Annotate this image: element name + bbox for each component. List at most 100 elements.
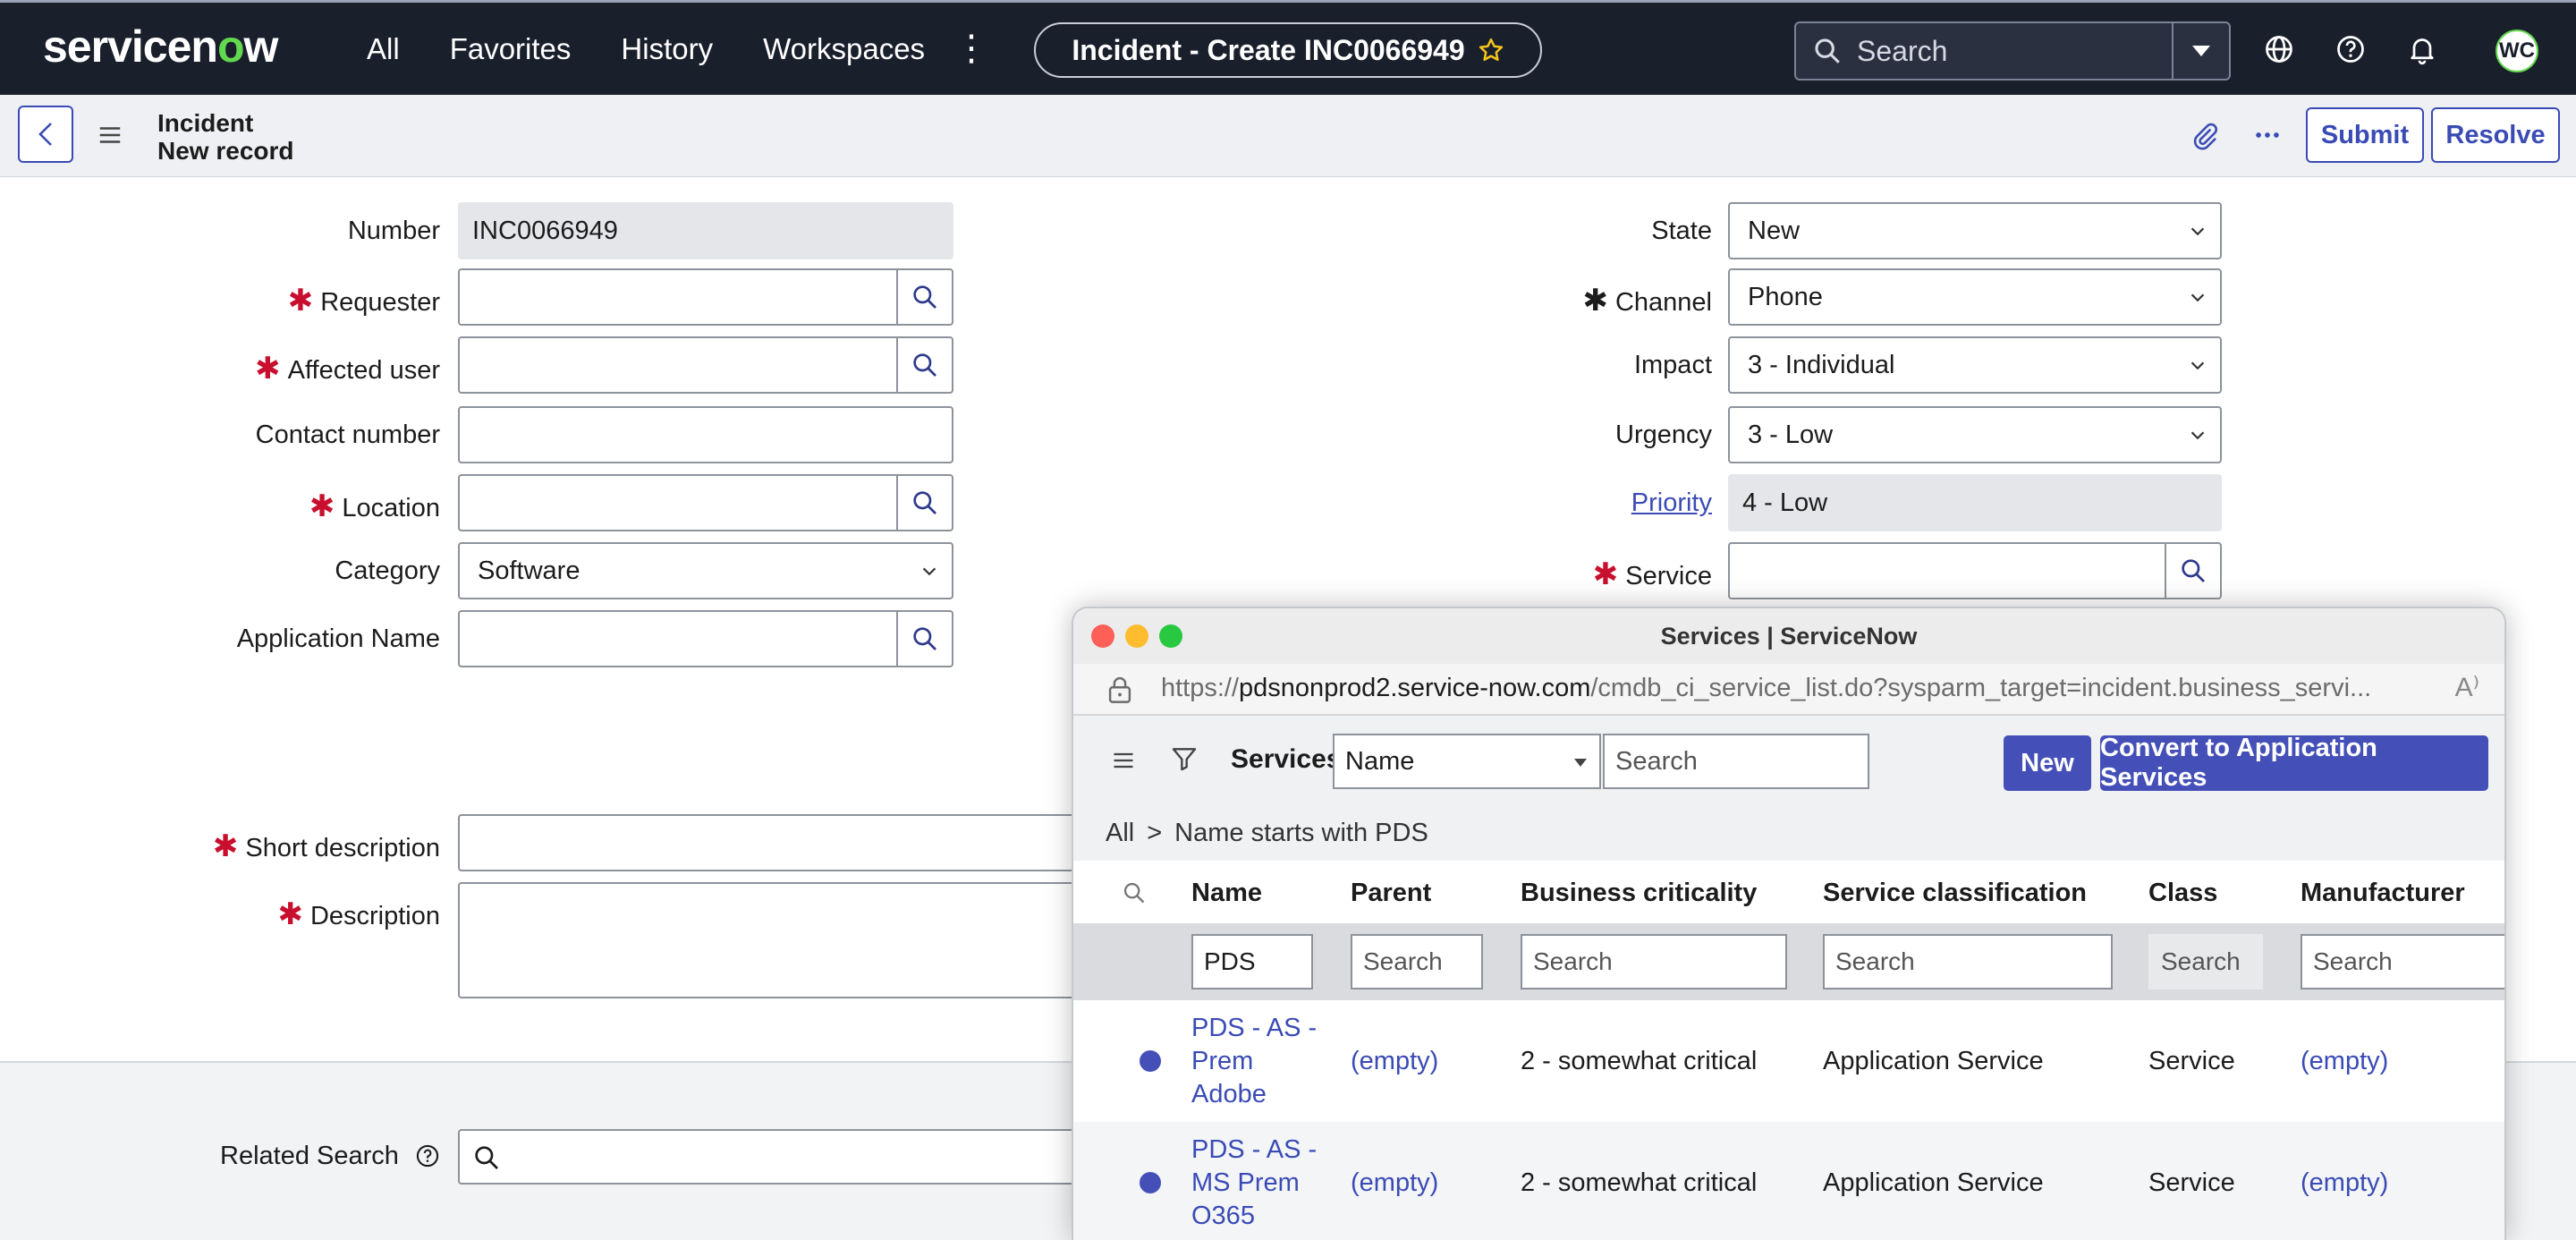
location-field[interactable] xyxy=(458,474,953,531)
nav-workspaces[interactable]: Workspaces xyxy=(763,32,925,66)
help-icon[interactable] xyxy=(2334,33,2367,65)
more-actions-icon[interactable] xyxy=(2252,120,2283,150)
filter-parent-input[interactable]: Search xyxy=(1351,934,1483,989)
more-menu-icon[interactable]: ⋮ xyxy=(953,26,989,71)
filter-service-classification-input[interactable]: Search xyxy=(1823,934,2113,989)
manufacturer-cell[interactable]: (empty) xyxy=(2301,1122,2388,1240)
column-header-manufacturer[interactable]: Manufacturer xyxy=(2301,879,2465,908)
affected-user-field[interactable] xyxy=(458,336,953,394)
search-icon xyxy=(913,353,936,377)
category-select[interactable]: Software xyxy=(458,542,953,599)
lock-icon xyxy=(1108,676,1131,703)
close-window-icon[interactable] xyxy=(1091,624,1114,648)
service-classification-cell: Application Service xyxy=(1823,1046,2044,1075)
search-field-select[interactable]: Name xyxy=(1333,734,1601,789)
convert-to-application-services-button[interactable]: Convert to Application Services xyxy=(2100,734,2488,792)
requester-lookup-button[interactable] xyxy=(896,270,952,324)
breadcrumb-all[interactable]: All xyxy=(1106,819,1134,847)
submit-button[interactable]: Submit xyxy=(2306,107,2424,163)
user-avatar[interactable]: WC xyxy=(2496,30,2538,72)
notifications-bell-icon[interactable] xyxy=(2406,33,2438,65)
related-search-input[interactable] xyxy=(458,1129,1084,1185)
impact-value: 3 - Individual xyxy=(1748,351,1895,379)
top-navigation-bar: servicenow All Favorites History Workspa… xyxy=(0,0,2576,95)
caret-down-icon xyxy=(1574,759,1587,767)
column-header-class[interactable]: Class xyxy=(2148,879,2217,908)
filter-business-criticality-input[interactable]: Search xyxy=(1521,934,1787,989)
affected-user-label: ✱ Affected user xyxy=(255,352,440,386)
caret-down-icon xyxy=(2192,46,2210,56)
star-icon[interactable] xyxy=(1478,37,1504,64)
location-lookup-button[interactable] xyxy=(896,476,952,530)
contact-number-field[interactable] xyxy=(458,406,953,463)
manufacturer-cell[interactable]: (empty) xyxy=(2301,1000,2388,1122)
impact-select[interactable]: 3 - Individual xyxy=(1728,336,2222,394)
column-search-icon[interactable] xyxy=(1122,880,1147,905)
nav-history[interactable]: History xyxy=(621,32,713,66)
requester-field[interactable] xyxy=(458,268,953,326)
filter-class-input[interactable]: Search xyxy=(2148,934,2263,989)
resolve-button[interactable]: Resolve xyxy=(2431,107,2560,163)
filter-name-input[interactable]: PDS xyxy=(1191,934,1313,989)
global-search-input[interactable]: Search xyxy=(1857,35,2172,68)
nav-all[interactable]: All xyxy=(367,32,400,66)
popup-address-bar[interactable]: https://pdsnonprod2.service-now.com/cmdb… xyxy=(1073,664,2504,716)
application-name-field[interactable] xyxy=(458,610,953,667)
form-menu-icon[interactable] xyxy=(97,122,123,149)
filter-manufacturer-input[interactable]: Search xyxy=(2301,934,2504,989)
search-scope-dropdown[interactable] xyxy=(2172,23,2229,79)
related-search-label: Related Search xyxy=(161,1142,440,1171)
service-lookup-button[interactable] xyxy=(2165,544,2220,598)
service-name-link[interactable]: PDS - AS - Prem Adobe xyxy=(1191,1012,1317,1111)
list-search-input[interactable]: Search xyxy=(1603,734,1869,789)
description-textarea[interactable] xyxy=(458,882,1102,998)
nav-links: All Favorites History Workspaces xyxy=(367,3,925,95)
column-header-parent[interactable]: Parent xyxy=(1351,879,1431,908)
chevron-left-icon xyxy=(38,123,52,146)
context-tab-pill[interactable]: Incident - Create INC0066949 xyxy=(1034,22,1542,78)
parent-cell[interactable]: (empty) xyxy=(1351,1000,1438,1122)
service-field[interactable] xyxy=(1728,542,2222,599)
maximize-window-icon[interactable] xyxy=(1159,624,1182,648)
servicenow-logo[interactable]: servicenow xyxy=(43,21,278,72)
back-button[interactable] xyxy=(18,106,73,163)
popup-url[interactable]: https://pdsnonprod2.service-now.com/cmdb… xyxy=(1161,664,2431,712)
filter-icon[interactable] xyxy=(1170,744,1199,773)
list-menu-icon[interactable] xyxy=(1111,748,1136,773)
application-name-lookup-button[interactable] xyxy=(896,612,952,666)
attachment-icon[interactable] xyxy=(2190,120,2220,150)
reader-mode-icon[interactable]: A⁾ xyxy=(2455,664,2479,712)
breadcrumb-filter[interactable]: Name starts with PDS xyxy=(1174,819,1428,847)
minimize-window-icon[interactable] xyxy=(1125,624,1148,648)
globe-icon[interactable] xyxy=(2263,33,2295,65)
chevron-down-icon xyxy=(2190,431,2205,440)
requester-label: ✱ Requester xyxy=(287,284,440,318)
urgency-select[interactable]: 3 - Low xyxy=(1728,406,2222,463)
category-value: Software xyxy=(478,556,580,585)
new-button[interactable]: New xyxy=(2004,735,2091,791)
popup-title-bar[interactable]: Services | ServiceNow xyxy=(1073,608,2504,664)
column-header-business-criticality[interactable]: Business criticality xyxy=(1521,879,1757,908)
number-label: Number xyxy=(347,217,440,245)
business-criticality-cell: 2 - somewhat critical xyxy=(1521,1168,1758,1197)
nav-favorites[interactable]: Favorites xyxy=(450,32,572,66)
short-description-field[interactable] xyxy=(458,814,1102,871)
service-name-link[interactable]: PDS - AS - MS Prem O365 xyxy=(1191,1134,1317,1233)
affected-user-lookup-button[interactable] xyxy=(896,338,952,392)
parent-cell[interactable]: (empty) xyxy=(1351,1122,1438,1240)
column-header-name[interactable]: Name xyxy=(1191,879,1262,908)
table-row[interactable]: PDS - AS - Prem Adobe (empty) 2 - somewhat… xyxy=(1073,1000,2504,1122)
column-header-service-classification[interactable]: Service classification xyxy=(1823,879,2087,908)
required-indicator: ✱ xyxy=(1582,284,1608,318)
global-search[interactable]: Search xyxy=(1794,21,2231,81)
channel-select[interactable]: Phone xyxy=(1728,268,2222,326)
priority-link[interactable]: Priority xyxy=(1631,488,1712,517)
search-icon xyxy=(913,285,936,309)
state-select[interactable]: New xyxy=(1728,202,2222,259)
table-row[interactable]: PDS - AS - MS Prem O365 (empty) 2 - somewh… xyxy=(1073,1122,2504,1240)
priority-label[interactable]: Priority xyxy=(1449,488,1712,518)
help-icon[interactable] xyxy=(415,1143,440,1168)
business-criticality-cell: 2 - somewhat critical xyxy=(1521,1046,1758,1075)
class-cell: Service xyxy=(2148,1168,2235,1197)
service-classification-cell: Application Service xyxy=(1823,1168,2044,1197)
